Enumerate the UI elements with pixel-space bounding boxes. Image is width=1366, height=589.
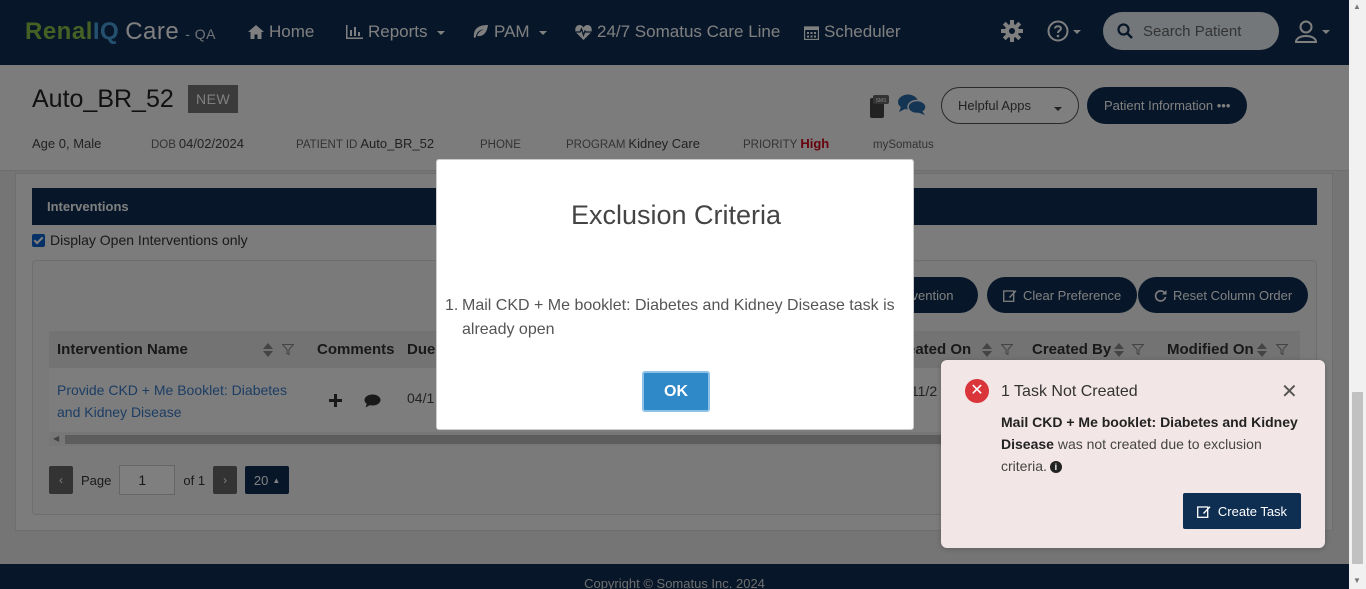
exclusion-criteria-dialog: Exclusion Criteria 1. Mail CKD + Me book… [436,159,914,430]
exclusion-list-item: 1. Mail CKD + Me booklet: Diabetes and K… [445,297,895,338]
dialog-title: Exclusion Criteria [570,200,782,230]
close-icon[interactable]: ✕ [1281,379,1298,404]
scrollbar-thumb[interactable] [1352,392,1363,564]
toast-message: Mail CKD + Me booklet: Diabetes and Kidn… [1001,414,1298,474]
edit-icon [1196,505,1211,518]
ok-button[interactable]: OK [642,371,710,412]
create-task-button[interactable]: Create Task [1183,493,1301,529]
info-icon[interactable]: i [1049,461,1062,474]
arrow-down-icon[interactable]: ▼ [1353,576,1361,585]
vertical-scrollbar[interactable]: ▲ ▼ [1349,0,1366,589]
arrow-up-icon[interactable]: ▲ [1353,2,1361,11]
error-icon: ✕ [965,379,989,403]
task-not-created-toast: ✕ 1 Task Not Created ✕ Mail CKD + Me boo… [941,360,1325,548]
toast-title: 1 Task Not Created [1001,383,1138,400]
